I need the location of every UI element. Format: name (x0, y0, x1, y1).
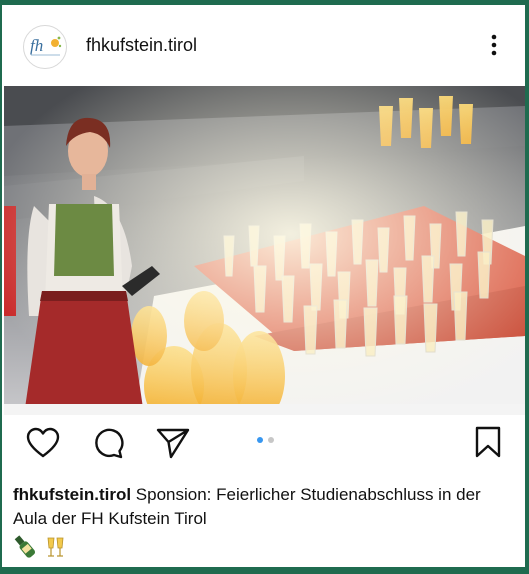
avatar[interactable]: fh (23, 25, 67, 69)
save-button[interactable] (474, 426, 502, 463)
fh-logo-icon: fh (30, 36, 62, 56)
comment-bubble-icon (95, 428, 124, 459)
carousel-dot-active (257, 437, 263, 443)
like-button[interactable] (26, 427, 60, 464)
heart-icon (26, 427, 60, 458)
instagram-post-card: fh fhkufstein.tirol fhkufstein.tirol Spo… (2, 5, 525, 567)
more-options-button[interactable] (482, 31, 506, 59)
champagne-emoji-icon (14, 535, 64, 558)
post-caption: fhkufstein.tirol Sponsion: Feierlicher S… (13, 483, 518, 531)
paper-plane-icon (156, 428, 190, 459)
carousel-dot (268, 437, 274, 443)
graduation-reception-photo (4, 86, 525, 415)
post-username[interactable]: fhkufstein.tirol (86, 35, 197, 56)
post-action-bar (2, 415, 525, 475)
share-button[interactable] (156, 427, 190, 464)
caption-emoji-line (14, 534, 70, 565)
caption-username[interactable]: fhkufstein.tirol (13, 485, 131, 504)
comment-button[interactable] (92, 427, 124, 464)
svg-text:fh: fh (30, 36, 43, 55)
post-photo[interactable] (4, 86, 525, 415)
bookmark-icon (475, 426, 501, 458)
post-header: fh fhkufstein.tirol (2, 5, 525, 83)
vertical-ellipsis-icon (491, 34, 497, 56)
